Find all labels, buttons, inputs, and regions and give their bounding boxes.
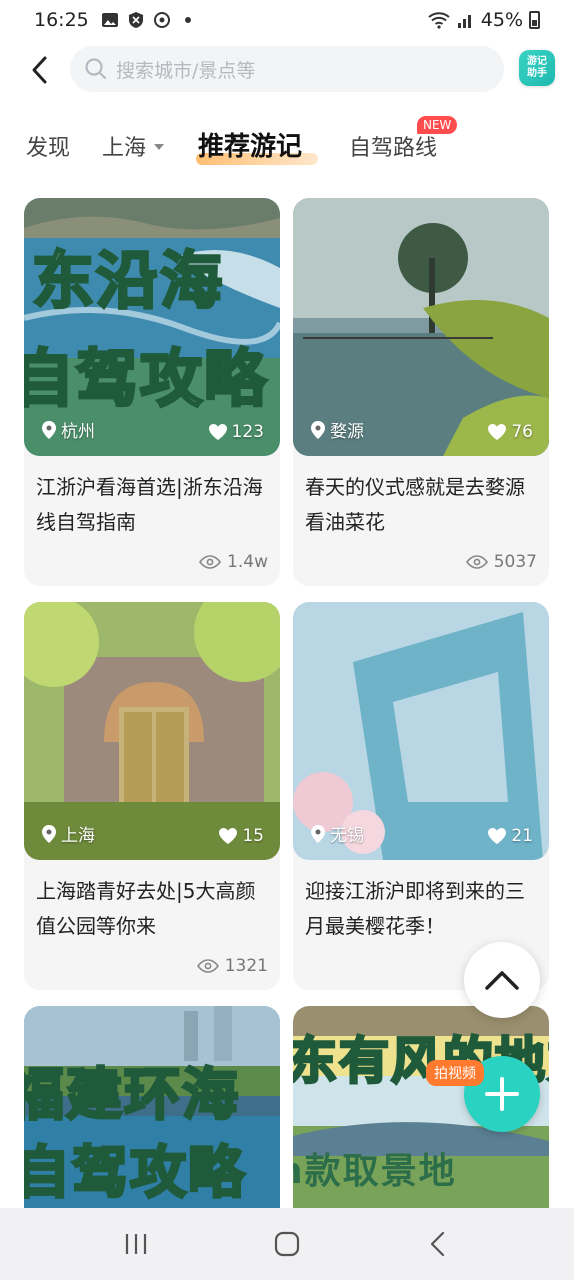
travel-assistant-button[interactable]: 游记助手 — [519, 50, 555, 86]
eye-icon — [196, 959, 219, 973]
chevron-left-icon — [32, 56, 47, 84]
view-count: 5037 — [465, 552, 537, 572]
thumbnail-overlay-line2: 自驾攻略 — [24, 1141, 246, 1206]
location-pin-icon — [42, 824, 56, 843]
thumbnail: 上海 15 — [24, 602, 280, 860]
recent-apps-button[interactable] — [106, 1224, 166, 1264]
assistant-label: 游记助手 — [527, 56, 547, 79]
view-value: 1.4w — [227, 552, 268, 572]
card-title: 上海踏青好去处|5大高颜值公园等你来 — [36, 879, 256, 938]
tab-self-drive[interactable]: 自驾路线 — [349, 130, 437, 162]
likes-count: 21 — [488, 826, 533, 846]
thumbnail: 福建环海 自驾攻略 — [24, 1006, 280, 1208]
view-count: 1321 — [196, 956, 268, 976]
category-tabs: 发现 上海 推荐游记 自驾路线 NEW — [0, 116, 574, 178]
chevron-up-icon — [485, 971, 519, 990]
battery-percent: 45% — [480, 9, 523, 31]
view-value: 5037 — [493, 552, 537, 572]
system-back-button[interactable] — [408, 1224, 468, 1264]
back-icon — [431, 1231, 445, 1257]
location-tag: 上海 — [42, 821, 95, 846]
search-input[interactable]: 搜索城市/景点等 — [70, 46, 504, 92]
list-item[interactable]: 东沿海 自驾攻略 杭州 123 江浙沪看海首选|浙东沿海线自驾指南 1.4w — [24, 198, 280, 586]
thumbnail: 无锡 21 — [293, 602, 549, 860]
thumbnail-overlay-line1: 东沿海 — [30, 244, 225, 317]
status-right-group: 45% — [427, 9, 540, 31]
scroll-to-top-button[interactable] — [464, 942, 540, 1018]
location-tag: 无锡 — [311, 821, 364, 846]
card-title: 春天的仪式感就是去婺源看油菜花 — [305, 475, 525, 534]
location-name: 无锡 — [330, 826, 364, 846]
header: 搜索城市/景点等 游记助手 — [0, 44, 574, 96]
recent-apps-icon — [125, 1234, 146, 1254]
heart-icon — [219, 828, 238, 844]
list-item[interactable]: 上海 15 上海踏青好去处|5大高颜值公园等你来 1321 — [24, 602, 280, 990]
heart-icon — [208, 424, 227, 440]
home-button[interactable] — [257, 1224, 317, 1264]
image-icon — [101, 13, 118, 27]
location-name: 上海 — [61, 826, 95, 846]
caret-down-icon — [154, 144, 165, 150]
back-button[interactable] — [20, 50, 60, 90]
location-pin-icon — [42, 420, 56, 439]
location-name: 杭州 — [61, 422, 95, 442]
signal-icon — [457, 15, 471, 28]
list-item[interactable]: 婺源 76 春天的仪式感就是去婺源看油菜花 5037 — [293, 198, 549, 586]
eye-icon — [465, 555, 488, 569]
heart-icon — [488, 424, 507, 440]
status-notification-icons — [101, 11, 197, 29]
likes-value: 76 — [511, 422, 533, 442]
tab-city-selector[interactable]: 上海 — [102, 130, 165, 162]
location-pin-icon — [311, 824, 325, 843]
thumbnail: 婺源 76 — [293, 198, 549, 456]
likes-value: 123 — [231, 422, 264, 442]
view-count: 1.4w — [199, 552, 268, 572]
likes-count: 76 — [488, 422, 533, 442]
card-title: 江浙沪看海首选|浙东沿海线自驾指南 — [36, 475, 263, 534]
search-icon — [85, 58, 107, 80]
system-navigation-bar — [0, 1208, 574, 1280]
sync-icon — [153, 12, 170, 28]
new-badge: NEW — [417, 116, 458, 134]
search-placeholder: 搜索城市/景点等 — [116, 59, 256, 82]
likes-count: 123 — [208, 422, 264, 442]
thumbnail-overlay-line2: 自驾攻略 — [24, 342, 269, 415]
likes-value: 21 — [511, 826, 533, 846]
thumbnail: 东沿海 自驾攻略 杭州 123 — [24, 198, 280, 456]
heart-icon — [488, 828, 507, 844]
shoot-video-badge: 拍视频 — [426, 1060, 484, 1086]
tab-recommended[interactable]: 推荐游记 — [198, 126, 302, 163]
likes-count: 15 — [219, 826, 264, 846]
list-item[interactable]: 无锡 21 迎接江浙沪即将到来的三月最美樱花季！ — [293, 602, 549, 990]
location-tag: 杭州 — [42, 417, 95, 442]
shield-icon — [128, 12, 143, 28]
status-time: 16:25 — [34, 9, 89, 31]
battery-icon — [529, 11, 540, 29]
location-name: 婺源 — [330, 422, 364, 442]
location-tag: 婺源 — [311, 417, 364, 442]
eye-icon — [199, 555, 222, 569]
view-value: 1321 — [224, 956, 268, 976]
thumbnail-overlay-line1: 福建环海 — [24, 1063, 240, 1128]
card-title: 迎接江浙沪即将到来的三月最美樱花季！ — [305, 879, 525, 938]
home-icon — [274, 1231, 300, 1257]
tab-discover[interactable]: 发现 — [26, 130, 70, 162]
location-pin-icon — [311, 420, 325, 439]
plus-icon — [485, 1077, 519, 1111]
city-label: 上海 — [102, 136, 147, 161]
list-item[interactable]: 福建环海 自驾攻略 — [24, 1006, 280, 1208]
likes-value: 15 — [242, 826, 264, 846]
wifi-icon — [428, 12, 450, 29]
status-bar: 16:25 45% — [0, 0, 574, 40]
thumbnail-overlay-line2: n款取景地 — [293, 1151, 457, 1192]
dot-icon — [184, 17, 191, 23]
